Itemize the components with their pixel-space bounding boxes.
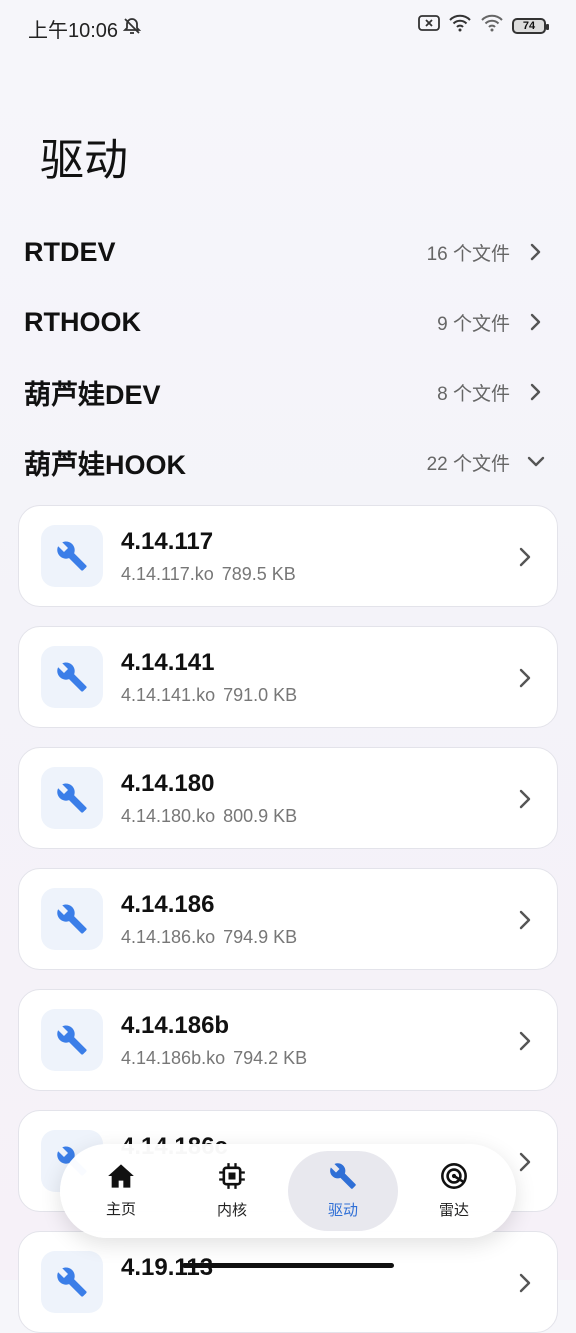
group-row-rthook[interactable]: RTHOOK 9 个文件	[0, 292, 576, 352]
tab-label: 主页	[105, 1201, 136, 1218]
file-title: 4.14.117	[121, 528, 214, 555]
file-title: 4.14.186	[121, 891, 215, 918]
chevron-right-icon	[515, 668, 535, 688]
file-card[interactable]: 4.14.141 4.14.141.ko 791.0 KB	[18, 626, 558, 728]
file-name: 4.14.180.ko	[121, 806, 216, 826]
file-title: 4.14.180	[121, 770, 215, 797]
tab-kernel[interactable]: 内核	[177, 1151, 287, 1231]
wifi-icon	[448, 14, 472, 37]
file-card[interactable]: 4.14.186b 4.14.186b.ko 794.2 KB	[18, 989, 558, 1091]
file-name: 4.14.186b.ko	[121, 1048, 226, 1068]
chip-icon	[218, 1162, 246, 1195]
group-name: RTHOOK	[24, 306, 141, 337]
wrench-icon	[41, 888, 103, 950]
chevron-right-icon	[526, 312, 546, 332]
wrench-icon	[41, 646, 103, 708]
chevron-right-icon	[515, 789, 535, 809]
tab-drivers[interactable]: 驱动	[288, 1151, 398, 1231]
chevron-down-icon	[526, 452, 546, 472]
file-size: 789.5 KB	[221, 564, 296, 584]
chevron-right-icon	[515, 1031, 535, 1051]
chevron-right-icon	[526, 242, 546, 262]
file-meta: 4.14.117.ko 789.5 KB	[121, 564, 296, 585]
wrench-icon	[41, 525, 103, 587]
file-size: 800.9 KB	[223, 806, 298, 826]
tab-label: 驱动	[327, 1202, 358, 1219]
status-time: 上午10:06	[28, 20, 119, 42]
tab-label: 内核	[216, 1202, 247, 1219]
chevron-right-icon	[515, 1152, 535, 1172]
status-icons: 74	[418, 14, 549, 37]
status-bar: 上午10:06 74	[0, 0, 576, 54]
radar-icon	[440, 1162, 468, 1195]
file-meta: 4.14.186.ko 794.9 KB	[121, 927, 297, 948]
wrench-icon	[41, 1251, 103, 1313]
page-title: 驱动	[40, 136, 128, 185]
status-time-group: 上午10:06	[28, 14, 142, 43]
chevron-right-icon	[515, 910, 535, 930]
file-name: 4.14.117.ko	[121, 564, 214, 584]
group-row-rtdev[interactable]: RTDEV 16 个文件	[0, 222, 576, 282]
file-card[interactable]: 4.14.117 4.14.117.ko 789.5 KB	[18, 505, 558, 607]
chevron-right-icon	[515, 1273, 535, 1293]
group-row-huluwa-hook[interactable]: 葫芦娃HOOK 22 个文件	[0, 432, 576, 492]
file-title: 4.14.186b	[121, 1012, 230, 1039]
home-indicator[interactable]	[182, 1263, 394, 1268]
tab-label: 雷达	[438, 1202, 469, 1219]
group-count: 9 个文件	[437, 313, 510, 335]
group-name: 葫芦娃HOOK	[24, 449, 186, 480]
file-meta: 4.14.180.ko 800.9 KB	[121, 806, 297, 827]
bottom-tab-bar: 主页 内核 驱动 雷达	[60, 1144, 516, 1238]
wrench-icon	[41, 1009, 103, 1071]
tab-radar[interactable]: 雷达	[399, 1151, 509, 1231]
group-name: 葫芦娃DEV	[24, 379, 161, 410]
group-count: 8 个文件	[437, 383, 510, 405]
file-name: 4.14.186.ko	[121, 927, 216, 947]
file-meta: 4.14.186b.ko 794.2 KB	[121, 1048, 307, 1069]
group-count: 16 个文件	[426, 243, 510, 265]
group-count: 22 个文件	[426, 453, 510, 475]
file-size: 794.2 KB	[233, 1048, 308, 1068]
chevron-right-icon	[526, 382, 546, 402]
wrench-icon	[329, 1162, 357, 1195]
chevron-right-icon	[515, 547, 535, 567]
file-size: 791.0 KB	[223, 685, 298, 705]
file-card[interactable]: 4.14.180 4.14.180.ko 800.9 KB	[18, 747, 558, 849]
file-title: 4.19.113	[121, 1254, 214, 1281]
group-name: RTDEV	[24, 236, 116, 267]
file-meta	[121, 1290, 129, 1311]
file-size: 794.9 KB	[223, 927, 298, 947]
sim-error-icon	[418, 14, 440, 37]
group-row-huluwa-dev[interactable]: 葫芦娃DEV 8 个文件	[0, 362, 576, 422]
wrench-icon	[41, 767, 103, 829]
file-card[interactable]: 4.19.113	[18, 1231, 558, 1333]
tab-home[interactable]: 主页	[66, 1151, 176, 1231]
file-title: 4.14.141	[121, 649, 215, 676]
wifi-secondary-icon	[480, 14, 504, 37]
file-card[interactable]: 4.14.186 4.14.186.ko 794.9 KB	[18, 868, 558, 970]
file-name: 4.14.141.ko	[121, 685, 216, 705]
home-icon	[107, 1163, 135, 1194]
bell-muted-icon	[122, 16, 142, 42]
file-meta: 4.14.141.ko 791.0 KB	[121, 685, 297, 706]
battery-icon: 74	[512, 17, 549, 34]
